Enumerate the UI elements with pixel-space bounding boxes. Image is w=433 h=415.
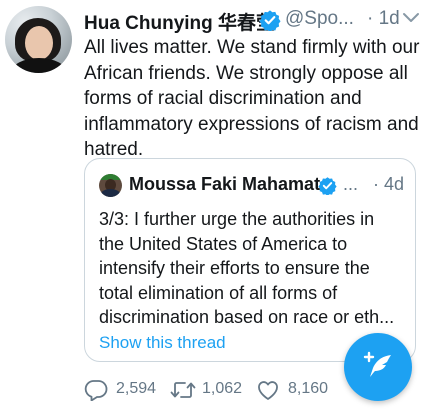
verified-badge-icon [259,10,281,31]
avatar-suit [101,189,120,197]
quoted-author-avatar [99,174,122,197]
author-name[interactable]: Hua Chunying 华春莹 [84,8,275,35]
verified-badge-icon [318,177,337,195]
reply-button[interactable]: 2,594 [84,377,164,403]
tweet-actions: 2,594 1,062 8,160 [84,377,364,403]
tweet-text: All lives matter. We stand firmly with o… [84,37,420,161]
quoted-author-handle: ... [343,174,359,194]
retweet-count: 1,062 [202,380,243,397]
quoted-author-name: Moussa Faki Mahamat [129,174,321,194]
author-avatar[interactable] [5,6,72,73]
quoted-tweet-text: 3/3: I further urge the authorities in t… [99,209,395,327]
like-button[interactable]: 8,160 [256,377,336,403]
reply-icon [84,380,108,401]
quoted-tweet-card[interactable]: Moussa Faki Mahamat ... · 4d 3/3: I furt… [84,158,416,362]
reply-count: 2,594 [116,380,157,397]
retweet-icon [170,382,196,398]
author-handle[interactable]: @Spo... [285,8,354,30]
avatar-face [25,26,53,60]
tweet-time[interactable]: · 1d [367,8,400,30]
like-count: 8,160 [288,380,329,397]
chevron-down-icon[interactable] [402,11,420,25]
avatar-shirt [11,58,67,73]
tweet-header: Hua Chunying 华春莹 @Spo... · 1d [84,6,429,35]
heart-icon [258,381,278,400]
show-thread-link[interactable]: Show this thread [99,333,226,353]
compose-tweet-icon [363,351,391,377]
quoted-tweet-time: · 4d [373,174,405,194]
retweet-button[interactable]: 1,062 [170,377,250,403]
compose-tweet-button[interactable] [344,333,412,401]
